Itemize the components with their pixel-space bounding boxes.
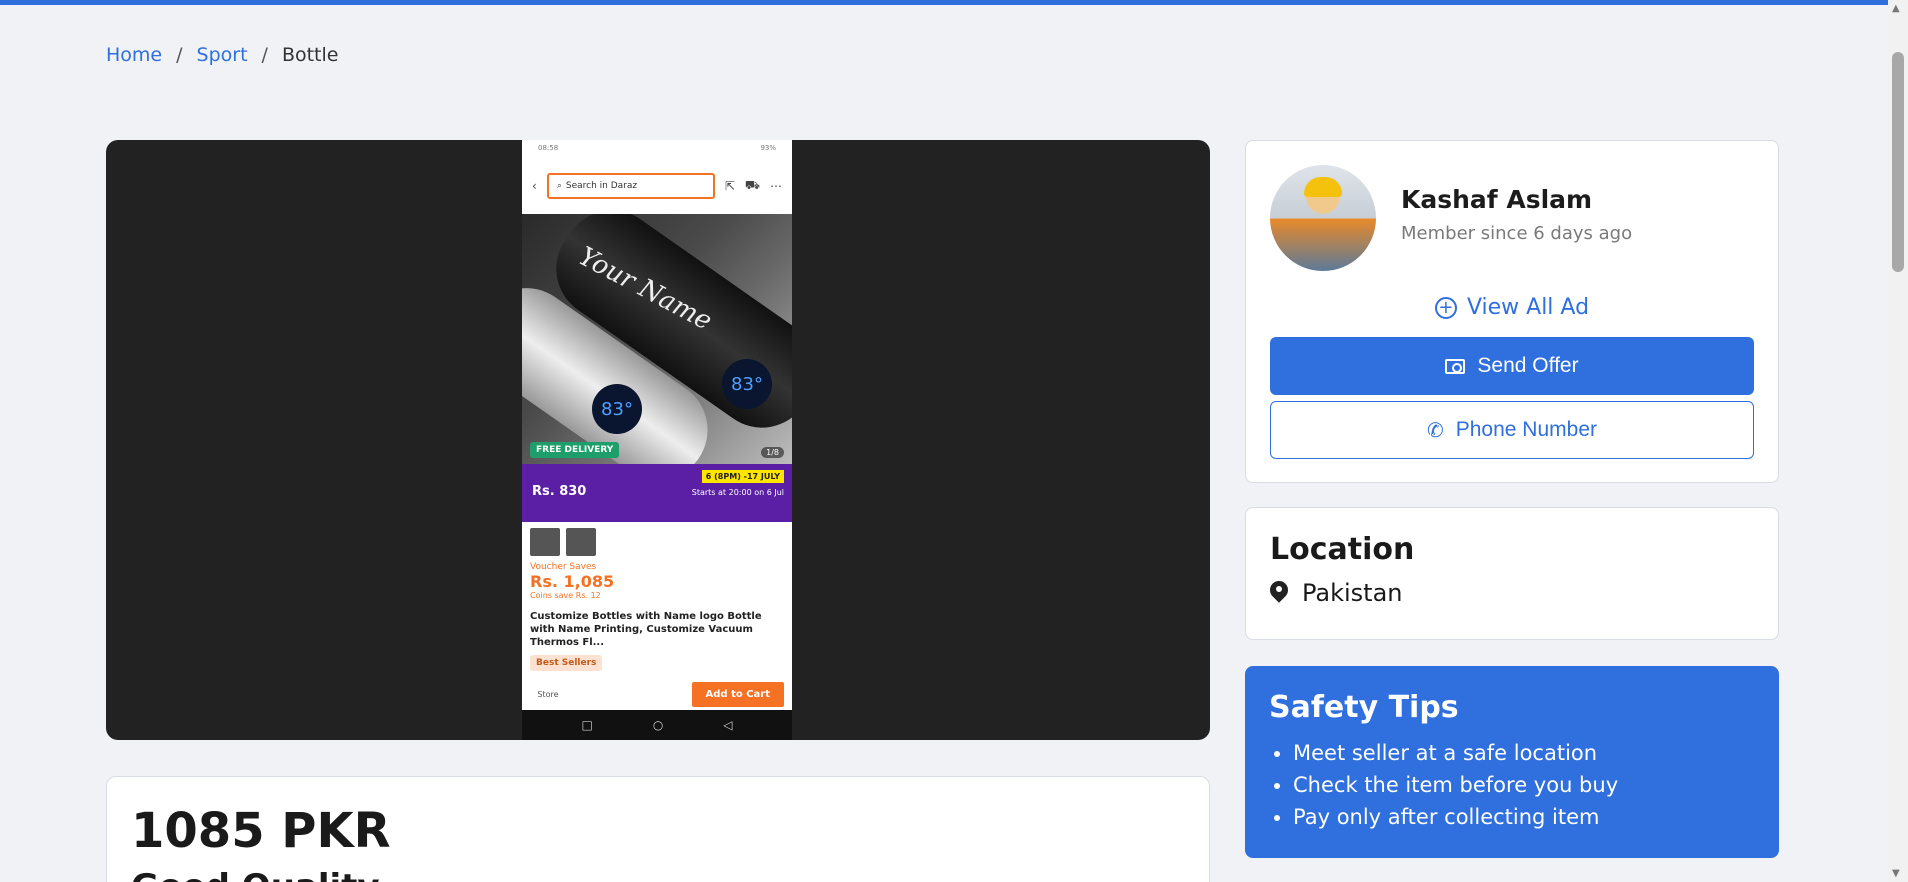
map-pin-icon — [1270, 581, 1288, 605]
phone-search-box: ⌕ Search in Daraz — [546, 173, 715, 199]
scrollbar-thumb[interactable] — [1892, 52, 1904, 272]
square-icon: □ — [581, 718, 593, 732]
breadcrumb-current: Bottle — [281, 44, 339, 66]
listing-title: Good Quality — [131, 867, 1185, 882]
temperature-display: 83° — [592, 384, 642, 434]
view-all-label: View All Ad — [1466, 295, 1590, 320]
coins-text: Coins save Rs. 12 — [530, 591, 601, 600]
safety-tip: Pay only after collecting item — [1293, 801, 1755, 833]
location-row: Pakistan — [1270, 579, 1754, 607]
phone-number-label: Phone Number — [1455, 418, 1597, 441]
phone-product-title: Customize Bottles with Name logo Bottle … — [530, 611, 762, 648]
best-sellers-tag: Best Sellers — [530, 655, 603, 671]
free-delivery-badge: FREE DELIVERY — [530, 442, 620, 458]
phone-product-body: Voucher Saves Rs. 1,085 Coins save Rs. 1… — [522, 522, 792, 677]
phone-search-text: Search in Daraz — [565, 181, 638, 191]
share-icon: ⇱ — [724, 179, 735, 193]
back-arrow-icon: ‹ — [532, 179, 537, 193]
breadcrumb-sport-link[interactable]: Sport — [197, 44, 248, 66]
circle-icon: ○ — [652, 718, 664, 732]
location-title: Location — [1270, 532, 1415, 567]
promo-starts: Starts at 20:00 on 6 Jul — [691, 488, 784, 497]
phone-nav-bar: □ ○ ◁ — [522, 710, 792, 740]
plus-circle-icon: + — [1434, 296, 1457, 319]
location-card: Location Pakistan — [1245, 507, 1779, 640]
thumbnail — [566, 528, 596, 556]
scroll-down-arrow-icon[interactable]: ▼ — [1892, 868, 1900, 879]
view-all-ads-link[interactable]: + View All Ad — [1246, 295, 1778, 320]
send-offer-button[interactable]: Send Offer — [1270, 337, 1754, 395]
seller-card: Kashaf Aslam Member since 6 days ago + V… — [1245, 140, 1779, 483]
listing-price: 1085 PKR — [131, 803, 391, 859]
cash-icon — [1445, 358, 1466, 374]
send-offer-label: Send Offer — [1477, 354, 1579, 377]
product-image-gallery[interactable]: 08:58 93% ‹ ⌕ Search in Daraz ⇱ ⛟ ⋯ Your… — [106, 140, 1210, 740]
breadcrumb-separator: / — [261, 44, 268, 66]
phone-icon: ✆ — [1426, 419, 1444, 442]
safety-tips-card: Safety Tips Meet seller at a safe locati… — [1245, 666, 1779, 858]
promo-banner: Rs. 830 6 (8PM) -17 JULY Starts at 20:00… — [522, 464, 792, 522]
phone-search-row: ‹ ⌕ Search in Daraz ⇱ ⛟ ⋯ — [522, 158, 792, 214]
product-image[interactable]: 08:58 93% ‹ ⌕ Search in Daraz ⇱ ⛟ ⋯ Your… — [522, 140, 792, 740]
search-icon: ⌕ — [556, 181, 562, 191]
temperature-display: 83° — [722, 359, 772, 409]
safety-title: Safety Tips — [1269, 690, 1459, 725]
safety-tip: Meet seller at a safe location — [1293, 737, 1755, 769]
cart-icon: ⛟ — [744, 178, 760, 192]
vertical-scrollbar[interactable]: ▲ ▼ — [1888, 0, 1908, 882]
triangle-back-icon: ◁ — [723, 718, 733, 732]
breadcrumb: Home / Sport / Bottle — [106, 44, 338, 66]
promo-date: 6 (8PM) -17 JULY — [701, 470, 784, 483]
add-to-cart-label: Add to Cart — [691, 681, 784, 707]
phone-action-bar: Store Add to Cart — [522, 678, 792, 710]
phone-status-battery: 93% — [760, 144, 776, 152]
thumbnail-strip — [530, 528, 784, 556]
helmet-shape — [1304, 177, 1342, 197]
image-counter: 1/8 — [761, 447, 784, 458]
safety-tip: Check the item before you buy — [1293, 769, 1755, 801]
thumbnail — [530, 528, 560, 556]
scroll-up-arrow-icon[interactable]: ▲ — [1892, 3, 1900, 14]
seller-name[interactable]: Kashaf Aslam — [1401, 185, 1592, 214]
voucher-text: Voucher Saves — [530, 562, 597, 572]
store-label: Store — [537, 689, 559, 699]
listing-summary-card: 1085 PKR Good Quality — [106, 776, 1210, 882]
breadcrumb-home-link[interactable]: Home — [106, 44, 162, 66]
breadcrumb-separator: / — [176, 44, 183, 66]
more-icon: ⋯ — [770, 179, 782, 193]
top-accent-bar — [0, 0, 1908, 5]
phone-price: Rs. 1,085 — [530, 572, 615, 591]
phone-status-time: 08:58 — [538, 144, 559, 152]
seller-member-since: Member since 6 days ago — [1401, 223, 1633, 244]
safety-tips-list: Meet seller at a safe location Check the… — [1269, 737, 1755, 833]
bottle-photo: Your Name 83° 83° FREE DELIVERY 1/8 — [522, 214, 792, 464]
phone-status-bar: 08:58 93% — [522, 140, 792, 158]
phone-number-button[interactable]: ✆ Phone Number — [1270, 401, 1754, 459]
location-value: Pakistan — [1302, 579, 1403, 607]
avatar[interactable] — [1270, 165, 1376, 271]
